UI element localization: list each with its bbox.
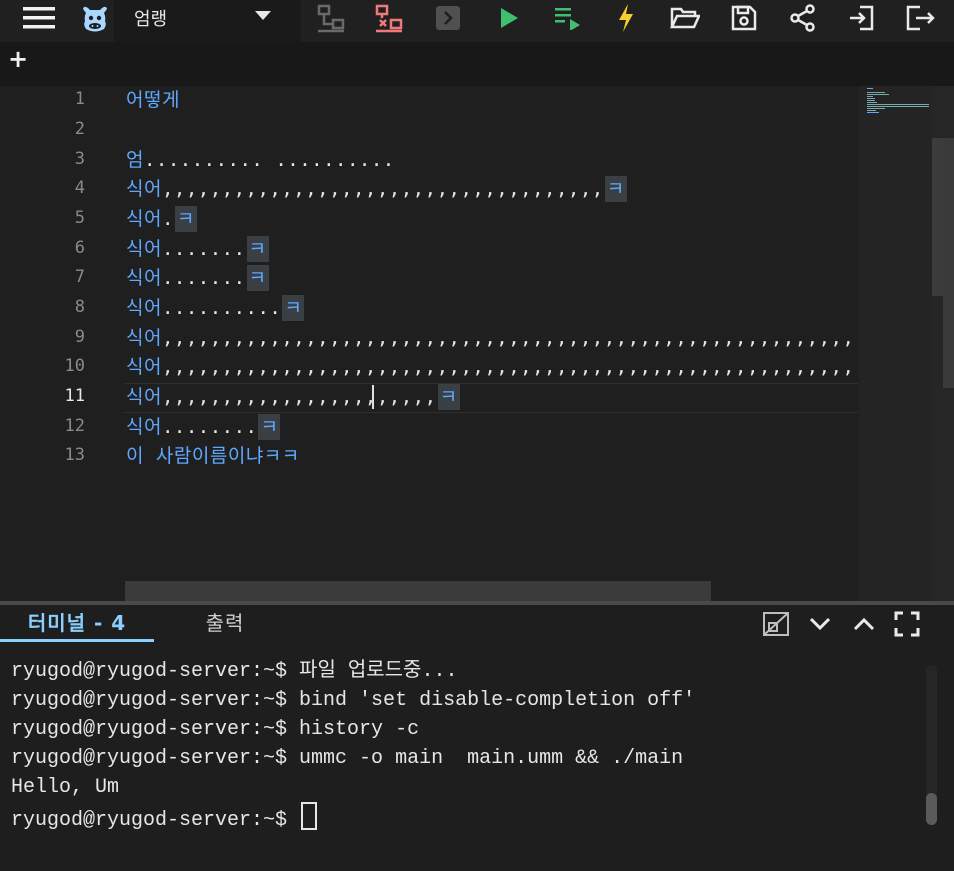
line-number-active: 11 xyxy=(64,386,85,406)
cow-logo-icon[interactable] xyxy=(79,0,111,36)
disconnect-icon[interactable] xyxy=(373,0,405,36)
bottom-panel: 터미널 - 4 출력 ryugod@ryugod-server:~$ 파일 업로… xyxy=(0,605,954,871)
line-number: 13 xyxy=(64,445,85,465)
line-number: 3 xyxy=(74,149,85,169)
terminal-line: ryugod@ryugod-server:~$ ummc -o main mai… xyxy=(11,747,684,770)
code-line: 식어........ ㅋ xyxy=(126,414,281,440)
code-line: 이 사람이름이냐ㅋㅋ xyxy=(126,445,300,467)
login-icon[interactable] xyxy=(847,0,875,36)
editor-horizontal-scrollbar[interactable] xyxy=(125,581,711,601)
line-number: 6 xyxy=(74,238,85,258)
lightning-icon[interactable] xyxy=(614,0,638,36)
code-line: 식어.......... ㅋ xyxy=(126,295,305,321)
line-number: 1 xyxy=(74,89,85,109)
top-toolbar: 엄랭 xyxy=(0,0,954,46)
code-line: 식어. ㅋ xyxy=(126,206,197,232)
connect-icon[interactable] xyxy=(315,0,347,36)
code-line: 어떻게 xyxy=(126,89,180,111)
save-icon[interactable] xyxy=(730,0,758,36)
code-line: 식어,,,,,,,,,,,,,,,,,,,,,,,,,,,,,,,,,,,,,,… xyxy=(126,356,858,378)
line-number: 10 xyxy=(64,356,85,376)
terminal-line: Hello, Um xyxy=(11,776,120,799)
chevron-down-icon[interactable] xyxy=(804,608,836,640)
run-list-icon[interactable] xyxy=(553,0,583,36)
line-number: 5 xyxy=(74,208,85,228)
menu-icon[interactable] xyxy=(22,0,56,36)
terminal-prompt-line[interactable]: ryugod@ryugod-server:~$ xyxy=(11,802,318,835)
terminal-line: ryugod@ryugod-server:~$ bind 'set disabl… xyxy=(11,689,696,712)
logout-icon[interactable] xyxy=(905,0,937,36)
minimap[interactable] xyxy=(859,86,931,601)
chevron-down-icon xyxy=(254,7,272,26)
tab-terminal[interactable]: 터미널 - 4 xyxy=(0,605,154,642)
clear-terminal-icon[interactable] xyxy=(760,608,792,640)
line-number: 9 xyxy=(74,327,85,347)
code-line: 식어,,,,,,,,,,,,,,,,,,,,,,,,,,,,,,,,,,,,,,… xyxy=(126,327,858,349)
text-cursor xyxy=(372,385,374,409)
line-number: 7 xyxy=(74,267,85,287)
language-select[interactable]: 엄랭 xyxy=(114,0,301,46)
terminal-line: ryugod@ryugod-server:~$ history -c xyxy=(11,718,420,741)
line-number: 12 xyxy=(64,416,85,436)
share-icon[interactable] xyxy=(789,0,817,36)
terminal-cursor xyxy=(301,802,318,830)
terminal-line: ryugod@ryugod-server:~$ 파일 업로드중... xyxy=(11,660,458,683)
terminal-scroll-thumb[interactable] xyxy=(926,793,937,825)
editor-scroll-thumb[interactable] xyxy=(932,138,943,296)
folder-open-icon[interactable] xyxy=(670,0,700,36)
code-line: 식어,,,,,,,,,,,,,,,,,,,,,,,,,,,,,,,,,,,,, ㅋ xyxy=(126,176,627,202)
add-tab-button[interactable]: + xyxy=(7,47,29,71)
line-number: 8 xyxy=(74,297,85,317)
code-line: 엄.......... .......... xyxy=(126,149,395,171)
code-editor[interactable]: 1 2 3 4 5 6 7 8 9 10 11 12 13 어떻게 엄.....… xyxy=(0,86,954,601)
code-line: 식어....... ㅋ xyxy=(126,265,269,291)
fullscreen-icon[interactable] xyxy=(891,608,923,640)
line-number: 4 xyxy=(74,178,85,198)
tab-output[interactable]: 출력 xyxy=(180,605,270,642)
editor-overview-ruler xyxy=(943,138,954,388)
stop-icon[interactable] xyxy=(434,0,462,36)
terminal-prompt: ryugod@ryugod-server:~$ xyxy=(11,809,300,832)
code-line-active: 식어,,,,,,,,,,,,,,,,,,,,,,, ㅋ xyxy=(126,384,460,410)
chevron-up-icon[interactable] xyxy=(848,608,880,640)
line-number: 2 xyxy=(74,119,85,139)
file-tab-bar: + xyxy=(0,42,954,86)
code-line: 식어....... ㅋ xyxy=(126,236,269,262)
run-icon[interactable] xyxy=(496,0,522,36)
language-label: 엄랭 xyxy=(134,9,168,30)
